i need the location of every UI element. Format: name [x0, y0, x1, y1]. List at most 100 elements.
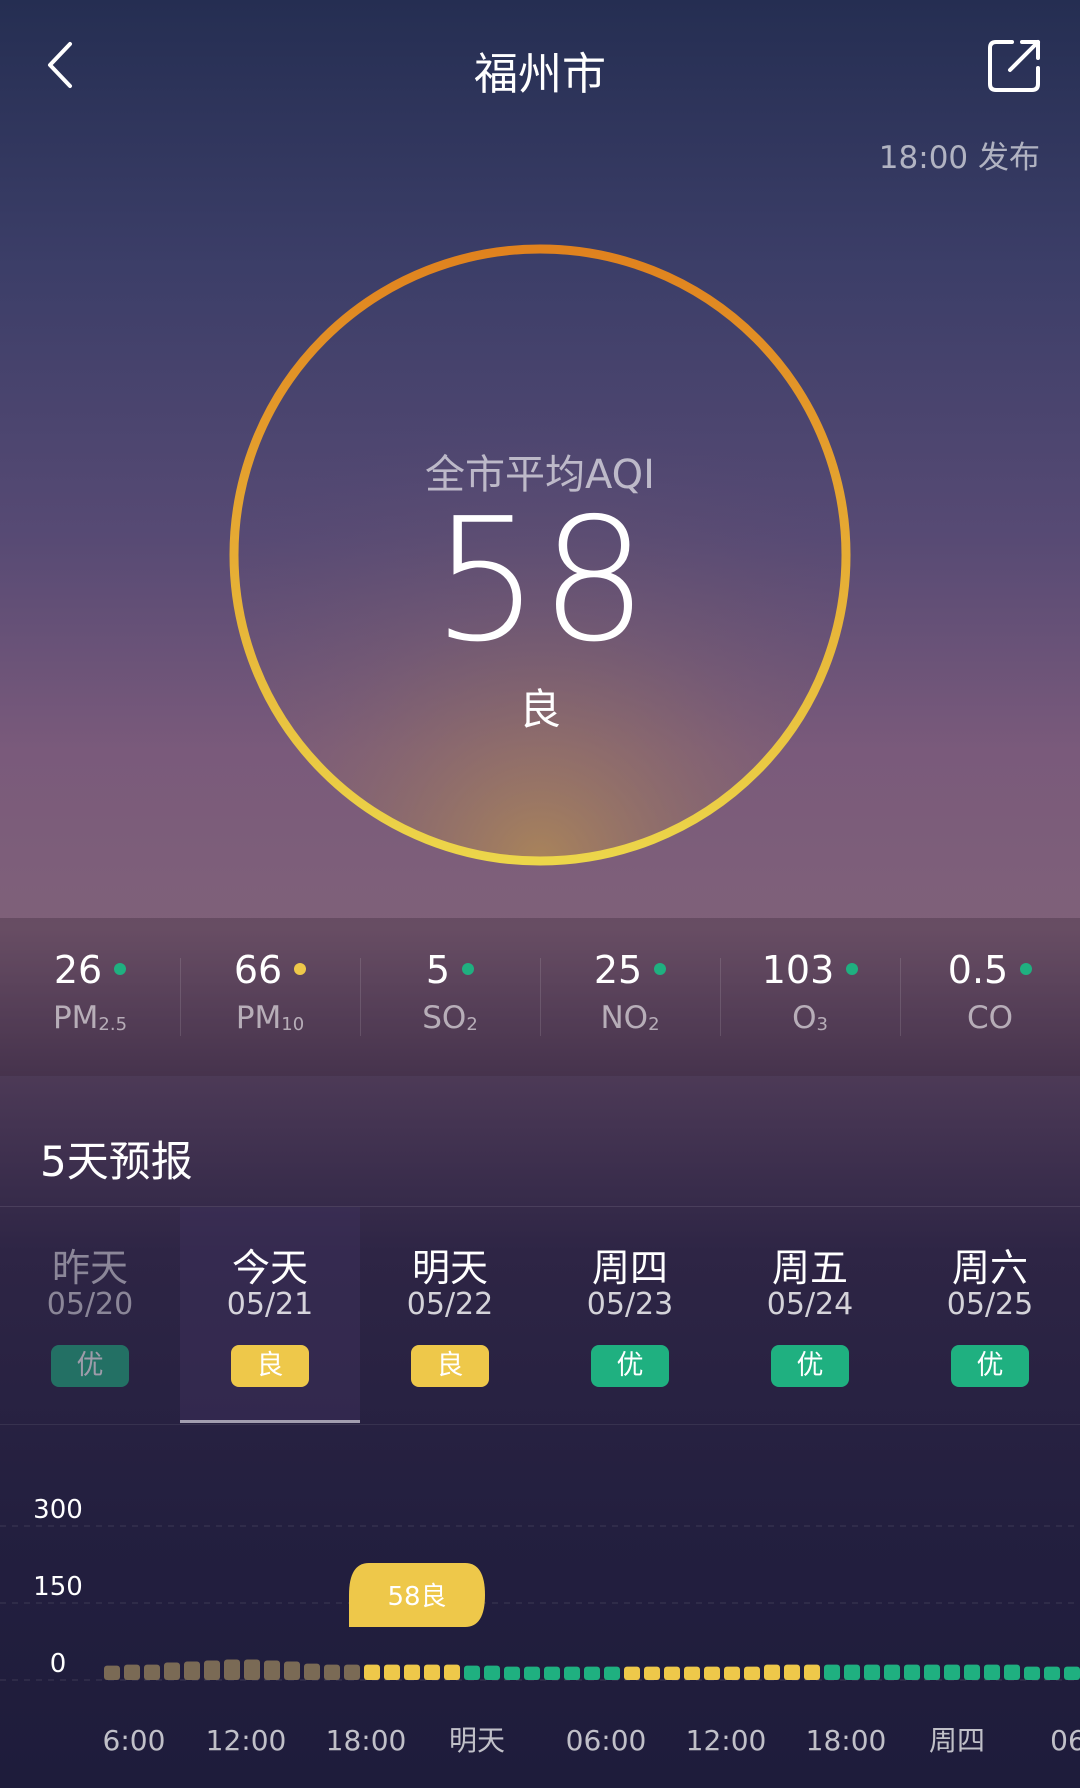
pollutant-band: 26 PM2.5 66 PM10 5 SO2 25 NO2 103 O3 0.5 CO: [0, 918, 1080, 1076]
tooltip-label: 58良: [387, 1582, 446, 1612]
day-name: 今天: [231, 1246, 308, 1290]
bar: [644, 1666, 660, 1680]
y-tick-label: 150: [33, 1572, 83, 1602]
pollutant-item[interactable]: 26 PM2.5: [0, 918, 180, 1076]
bar: [1024, 1666, 1040, 1680]
x-tick-label: 06:00: [566, 1724, 647, 1757]
status-dot-icon: [654, 962, 667, 975]
pollutant-name: PM2.5: [52, 1000, 128, 1036]
bar: [684, 1666, 700, 1680]
bar: [344, 1664, 360, 1680]
bar: [624, 1666, 640, 1680]
aqi-value: 58: [431, 482, 649, 680]
bar: [944, 1664, 960, 1680]
forecast-day[interactable]: 周五 05/24 优: [720, 1207, 900, 1423]
x-tick-label: 12:00: [206, 1724, 287, 1757]
x-tick-label: 18:00: [806, 1724, 887, 1757]
bar: [864, 1664, 880, 1680]
status-dot-icon: [114, 962, 127, 975]
bar: [384, 1664, 400, 1680]
bar: [604, 1666, 620, 1680]
status-badge: 良: [231, 1345, 309, 1387]
bar: [704, 1666, 720, 1680]
day-date: 05/23: [586, 1287, 674, 1322]
bar: [104, 1665, 120, 1680]
bar: [224, 1659, 240, 1680]
pollutant-value: 26: [0, 948, 180, 992]
bar: [664, 1666, 680, 1680]
day-date: 05/25: [946, 1287, 1034, 1322]
status-dot-icon: [462, 962, 475, 975]
day-date: 05/20: [46, 1287, 134, 1322]
x-tick-label: 6:00: [103, 1724, 166, 1757]
day-name: 周六: [951, 1246, 1028, 1290]
bar: [744, 1666, 760, 1680]
pollutant-item[interactable]: 66 PM10: [180, 918, 360, 1076]
selected-day-indicator: [180, 1420, 360, 1423]
bar: [144, 1664, 160, 1680]
pollutant-value: 5: [360, 948, 540, 992]
bar: [324, 1664, 340, 1680]
status-badge: 优: [771, 1345, 849, 1387]
bar: [184, 1661, 200, 1680]
hourly-aqi-chart[interactable]: 300 150 0 58良 6:00 12:00 18:00 明天 06:00 12:00 18:0…: [0, 1480, 1080, 1788]
bar: [764, 1664, 780, 1680]
day-date: 05/21: [226, 1287, 314, 1322]
separator: [360, 958, 361, 1036]
bar: [204, 1660, 220, 1680]
pollutant-item[interactable]: 0.5 CO: [900, 918, 1080, 1076]
bar: [984, 1664, 1000, 1680]
bar: [1064, 1666, 1080, 1680]
pollutant-item[interactable]: 103 O3: [720, 918, 900, 1076]
forecast-day[interactable]: 周六 05/25 优: [900, 1207, 1080, 1423]
bar: [544, 1666, 560, 1680]
bar: [904, 1664, 920, 1680]
separator: [540, 958, 541, 1036]
forecast-day[interactable]: 周四 05/23 优: [540, 1207, 720, 1423]
bar: [884, 1664, 900, 1680]
x-tick-label: 18:00: [326, 1724, 407, 1757]
pollutant-value: 103: [720, 948, 900, 992]
bar: [824, 1664, 840, 1680]
bar: [304, 1663, 320, 1680]
bar: [164, 1662, 180, 1680]
x-tick-label: 06: [1050, 1724, 1080, 1757]
publish-time: 18:00 发布: [878, 140, 1040, 176]
x-tick-label: 12:00: [686, 1724, 767, 1757]
pollutant-value: 0.5: [900, 948, 1080, 992]
forecast-day[interactable]: 昨天 05/20 优: [0, 1207, 180, 1423]
bar: [424, 1664, 440, 1680]
status-dot-icon: [846, 962, 859, 975]
bar: [364, 1664, 380, 1680]
status-badge: 良: [411, 1345, 489, 1387]
status-badge: 优: [591, 1345, 669, 1387]
separator: [180, 958, 181, 1036]
day-name: 周四: [591, 1246, 668, 1290]
y-tick-label: 300: [33, 1495, 83, 1525]
bar: [284, 1661, 300, 1680]
bar: [404, 1664, 420, 1680]
bar: [524, 1666, 540, 1680]
day-name: 昨天: [51, 1246, 128, 1290]
pollutant-name: PM10: [235, 1000, 305, 1036]
pollutant-item[interactable]: 25 NO2: [540, 918, 720, 1076]
share-icon: [988, 40, 1040, 92]
bar: [924, 1664, 940, 1680]
bar: [564, 1666, 580, 1680]
bar: [784, 1664, 800, 1680]
status-badge: 优: [951, 1345, 1029, 1387]
divider: [0, 1424, 1080, 1425]
pollutant-item[interactable]: 5 SO2: [360, 918, 540, 1076]
forecast-day[interactable]: 今天 05/21 良: [180, 1207, 360, 1423]
bar: [484, 1665, 500, 1680]
bar: [724, 1666, 740, 1680]
share-button[interactable]: [986, 36, 1044, 94]
day-name: 明天: [411, 1246, 488, 1290]
day-date: 05/22: [406, 1287, 494, 1322]
forecast-day[interactable]: 明天 05/22 良: [360, 1207, 540, 1423]
pollutant-name: O3: [792, 1000, 828, 1036]
status-badge: 优: [51, 1345, 129, 1387]
x-tick-label: 周四: [929, 1724, 985, 1757]
bar: [1044, 1666, 1060, 1680]
status-dot-icon: [1020, 962, 1033, 975]
